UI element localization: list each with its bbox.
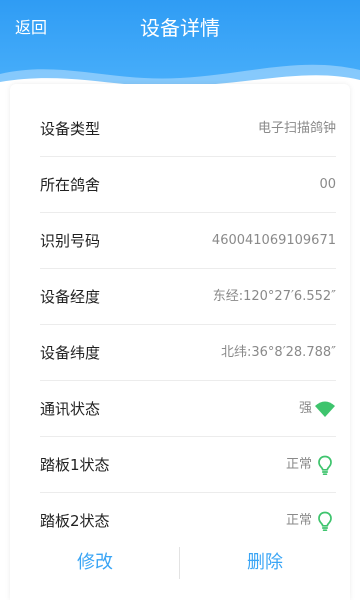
device-detail-card: 设备类型 电子扫描鸽钟 所在鸽舍 00 识别号码 460041069109671… <box>10 84 350 600</box>
detail-value: 正常 <box>285 457 312 472</box>
detail-row-longitude: 设备经度 东经:120°27′6.552″ <box>40 269 336 325</box>
detail-value: 00 <box>319 177 336 192</box>
header-bar: 返回 设备详情 <box>0 0 360 112</box>
detail-value: 电子扫描鸽钟 <box>257 121 336 136</box>
lightbulb-icon <box>318 455 332 476</box>
detail-value: 东经:120°27′6.552″ <box>212 289 336 304</box>
detail-value: 460041069109671 <box>211 233 336 248</box>
detail-row-loft: 所在鸽舍 00 <box>40 157 336 213</box>
detail-row-id-code: 识别号码 460041069109671 <box>40 213 336 269</box>
detail-label: 通讯状态 <box>40 400 101 418</box>
detail-list: 设备类型 电子扫描鸽钟 所在鸽舍 00 识别号码 460041069109671… <box>10 101 350 549</box>
detail-row-pedal-1: 踏板1状态 正常 <box>40 437 336 493</box>
delete-button[interactable]: 删除 <box>180 540 350 586</box>
detail-value: 北纬:36°8′28.788″ <box>221 345 336 360</box>
lightbulb-icon <box>318 511 332 532</box>
action-bar: 修改 删除 <box>10 540 350 586</box>
wifi-signal-icon <box>315 401 335 417</box>
detail-label: 设备类型 <box>40 120 101 138</box>
detail-label: 设备纬度 <box>40 344 101 362</box>
edit-button[interactable]: 修改 <box>10 540 180 586</box>
page-title: 设备详情 <box>140 16 220 40</box>
detail-label: 所在鸽舍 <box>40 176 101 194</box>
back-button[interactable]: 返回 <box>15 17 47 39</box>
detail-row-device-type: 设备类型 电子扫描鸽钟 <box>40 101 336 157</box>
detail-value: 强 <box>298 401 312 416</box>
device-detail-page: 返回 设备详情 设备类型 电子扫描鸽钟 所在鸽舍 00 识别号码 4600410… <box>0 0 360 600</box>
detail-label: 识别号码 <box>40 232 101 250</box>
detail-row-latitude: 设备纬度 北纬:36°8′28.788″ <box>40 325 336 381</box>
detail-label: 踏板1状态 <box>40 456 110 474</box>
detail-row-signal: 通讯状态 强 <box>40 381 336 437</box>
detail-label: 设备经度 <box>40 288 101 306</box>
